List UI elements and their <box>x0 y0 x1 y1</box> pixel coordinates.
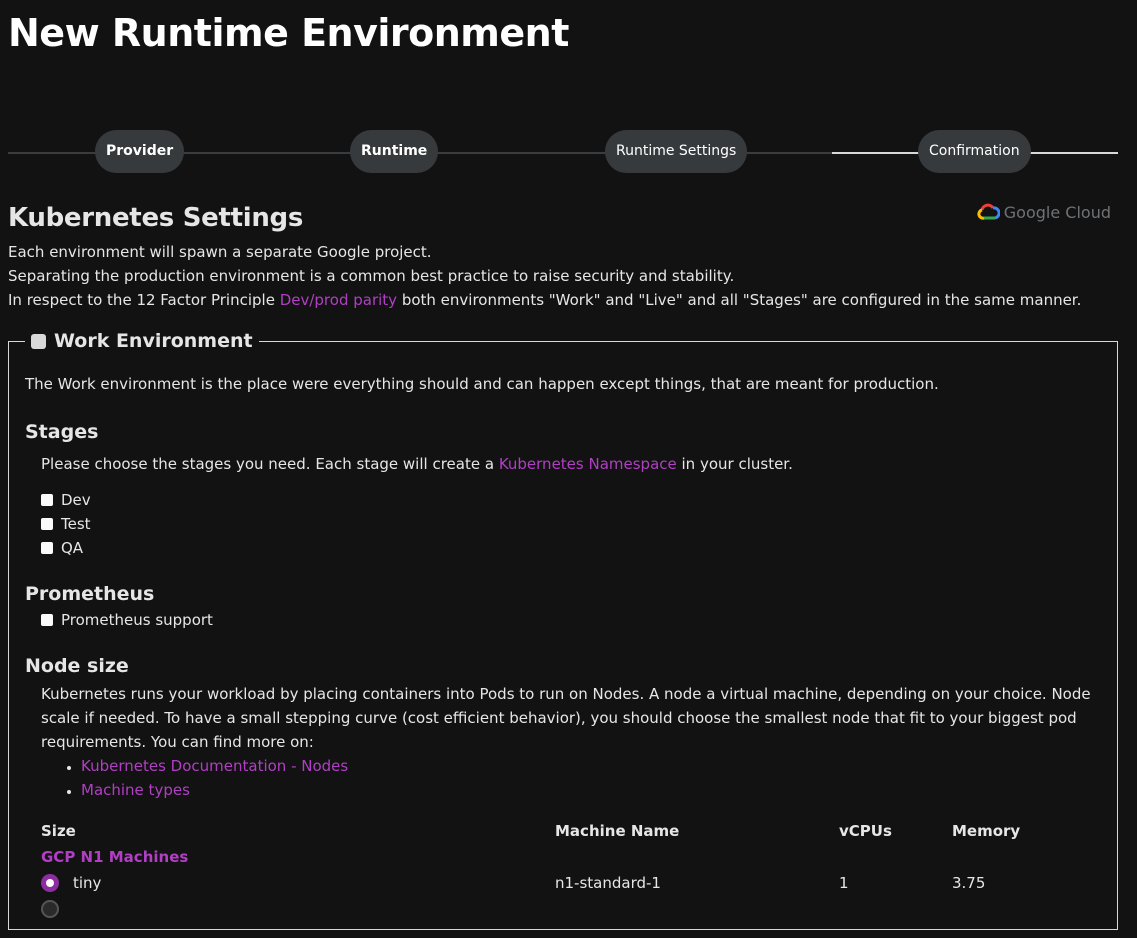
table-row-partial[interactable] <box>41 896 1101 922</box>
radio-selected-dot <box>46 879 54 887</box>
stages-desc-text-end: in your cluster. <box>676 455 793 473</box>
stage-qa-label: QA <box>61 539 84 557</box>
link-item: Kubernetes Documentation - Nodes <box>81 754 1101 778</box>
size-tiny-radio[interactable] <box>41 874 59 892</box>
work-environment-fieldset: Work Environment The Work environment is… <box>8 330 1118 930</box>
step-provider[interactable]: Provider <box>95 130 185 173</box>
prometheus-checkbox[interactable] <box>41 614 53 626</box>
step-confirmation[interactable]: Confirmation <box>918 130 1031 173</box>
work-environment-legend: Work Environment <box>25 330 259 352</box>
settings-header: Kubernetes Settings Google Cloud <box>8 198 1129 238</box>
prometheus-heading: Prometheus <box>25 583 155 605</box>
size-label: tiny <box>73 874 102 892</box>
stage-qa-checkbox[interactable] <box>41 542 53 554</box>
stage-option-qa[interactable]: QA <box>41 536 1101 560</box>
header-machine-name: Machine Name <box>555 822 680 840</box>
row-size-cell: tiny <box>41 874 555 892</box>
page: New Runtime Environment Provider Runtime… <box>0 0 1137 930</box>
stages-options: Dev Test QA <box>25 488 1101 560</box>
prometheus-options: Prometheus support <box>25 608 1101 632</box>
kubernetes-docs-nodes-link[interactable]: Kubernetes Documentation - Nodes <box>81 757 348 775</box>
wizard-stepper: Provider Runtime Runtime Settings Confir… <box>8 130 1118 176</box>
stages-desc-text: Please choose the stages you need. Each … <box>41 455 499 473</box>
link-item: Machine types <box>81 778 1101 802</box>
vcpus-cell: 1 <box>839 874 849 892</box>
memory-cell: 3.75 <box>952 874 986 892</box>
table-row[interactable]: tiny n1-standard-1 1 3.75 <box>41 870 1101 896</box>
kubernetes-namespace-link[interactable]: Kubernetes Namespace <box>499 455 677 473</box>
google-cloud-logo: Google Cloud <box>974 202 1111 222</box>
google-cloud-icon <box>977 203 1000 220</box>
intro-line-3: In respect to the 12 Factor Principle De… <box>8 288 1129 312</box>
machine-table: Size Machine Name vCPUs Memory GCP N1 Ma… <box>25 818 1101 922</box>
header-size: Size <box>41 822 76 840</box>
node-size-heading: Node size <box>25 655 129 677</box>
stages-description: Please choose the stages you need. Each … <box>25 452 1101 476</box>
step-runtime[interactable]: Runtime <box>350 130 439 173</box>
stage-option-dev[interactable]: Dev <box>41 488 1101 512</box>
header-vcpus: vCPUs <box>839 822 892 840</box>
stage-dev-label: Dev <box>61 491 91 509</box>
intro-line-3-text-end: both environments "Work" and "Live" and … <box>397 291 1082 309</box>
node-size-links: Kubernetes Documentation - Nodes Machine… <box>25 754 1101 802</box>
node-size-description: Kubernetes runs your workload by placing… <box>41 685 1091 751</box>
work-environment-title: Work Environment <box>54 330 253 352</box>
work-environment-checkbox[interactable] <box>31 333 46 349</box>
page-title: New Runtime Environment <box>8 11 569 55</box>
step-runtime-settings[interactable]: Runtime Settings <box>605 130 748 173</box>
settings-intro: Each environment will spawn a separate G… <box>8 240 1129 312</box>
machine-group-label: GCP N1 Machines <box>41 848 189 866</box>
row-size-cell <box>41 900 555 918</box>
machine-name-cell: n1-standard-1 <box>555 874 661 892</box>
dev-prod-parity-link[interactable]: Dev/prod parity <box>280 291 397 309</box>
stage-option-test[interactable]: Test <box>41 512 1101 536</box>
settings-heading: Kubernetes Settings <box>8 203 304 233</box>
stage-test-label: Test <box>61 515 91 533</box>
header-memory: Memory <box>952 822 1021 840</box>
stage-test-checkbox[interactable] <box>41 518 53 530</box>
size-radio[interactable] <box>41 900 59 918</box>
prometheus-option[interactable]: Prometheus support <box>41 608 1101 632</box>
stage-dev-checkbox[interactable] <box>41 494 53 506</box>
prometheus-label: Prometheus support <box>61 611 213 629</box>
intro-line-1: Each environment will spawn a separate G… <box>8 243 432 261</box>
stages-heading: Stages <box>25 421 99 443</box>
intro-line-2: Separating the production environment is… <box>8 267 735 285</box>
work-environment-description: The Work environment is the place were e… <box>25 375 939 393</box>
intro-line-3-text: In respect to the 12 Factor Principle <box>8 291 280 309</box>
machine-types-link[interactable]: Machine types <box>81 781 190 799</box>
machine-table-header: Size Machine Name vCPUs Memory <box>41 818 1101 844</box>
google-cloud-label: Google Cloud <box>1003 202 1111 222</box>
